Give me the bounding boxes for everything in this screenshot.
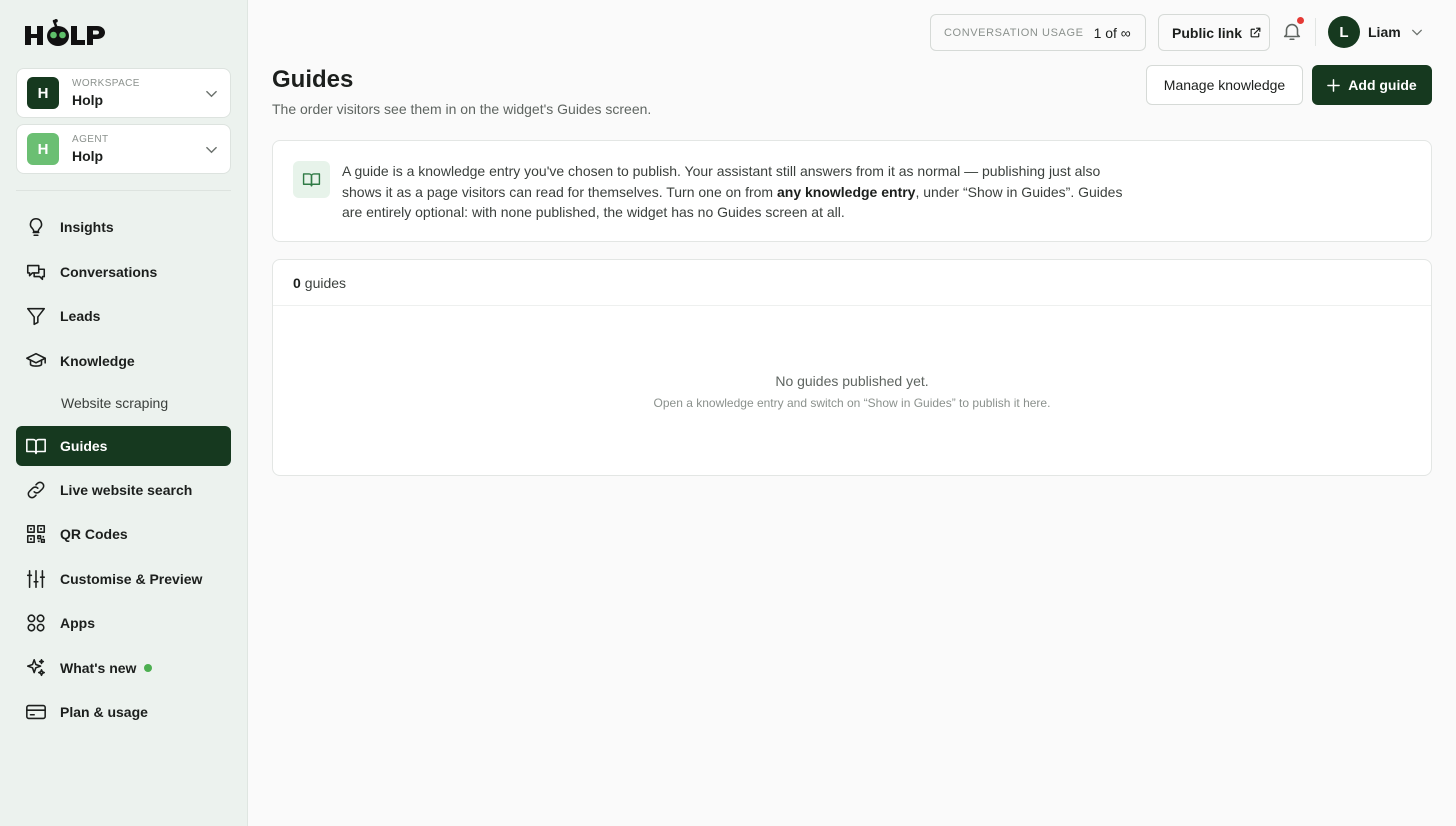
guides-info-card: A guide is a knowledge entry you've chos… (272, 140, 1432, 242)
chevron-down-icon (206, 90, 217, 98)
credit-card-icon (25, 701, 47, 723)
add-guide-label: Add guide (1348, 77, 1417, 93)
sidebar-item-label: What's new (60, 660, 137, 676)
guides-count-label: guides (304, 274, 347, 291)
sidebar-item-plan-usage[interactable]: Plan & usage (16, 692, 231, 732)
funnel-icon (25, 305, 47, 327)
sidebar-item-label: Guides (60, 438, 108, 454)
page-subtitle: The order visitors see them in on the wi… (272, 101, 652, 117)
sliders-icon (25, 568, 47, 590)
avatar: L (1328, 16, 1360, 48)
guides-count-header: 0 guides (273, 260, 1431, 306)
workspace-avatar: H (27, 77, 59, 109)
graduation-cap-icon (25, 350, 47, 372)
sidebar-item-label: Customise & Preview (60, 571, 203, 587)
sidebar-item-label: Apps (60, 615, 95, 631)
sidebar-item-insights[interactable]: Insights (16, 207, 231, 247)
open-book-icon (293, 161, 330, 198)
conversation-usage-badge[interactable]: CONVERSATION USAGE 1 of ∞ (930, 14, 1146, 51)
empty-state-title: No guides published yet. (775, 373, 929, 389)
chevron-down-icon (206, 146, 217, 154)
sidebar-item-knowledge[interactable]: Knowledge (16, 341, 231, 381)
agent-label: AGENT (72, 134, 109, 145)
sidebar-item-label: Plan & usage (60, 704, 148, 720)
info-text-emphasis: any knowledge entry (776, 183, 916, 200)
apps-grid-icon (25, 612, 47, 634)
user-menu[interactable]: L Liam (1328, 16, 1423, 48)
public-link-label: Public link (1172, 24, 1243, 41)
sidebar-item-conversations[interactable]: Conversations (16, 252, 231, 292)
sparkles-icon (25, 657, 47, 679)
sidebar-item-leads[interactable]: Leads (16, 296, 231, 336)
chat-bubbles-icon (25, 261, 47, 283)
topbar-divider (1315, 18, 1316, 46)
sidebar-divider (16, 190, 231, 191)
sidebar-item-label: Insights (60, 219, 114, 235)
public-link-button[interactable]: Public link (1158, 14, 1270, 51)
sidebar-item-live-website-search[interactable]: Live website search (16, 470, 231, 510)
manage-knowledge-button[interactable]: Manage knowledge (1146, 65, 1303, 105)
plus-icon (1327, 78, 1341, 92)
agent-value: Holp (72, 148, 104, 164)
sidebar-subitem-website-scraping[interactable]: Website scraping (61, 395, 168, 411)
agent-selector[interactable]: H AGENT Holp (16, 124, 231, 174)
link-icon (25, 479, 47, 501)
info-text: A guide is a knowledge entry you've chos… (342, 163, 1123, 220)
sidebar: H WORKSPACE Holp H AGENT Holp Insights C… (0, 0, 248, 826)
guides-list: 0 guides No guides published yet. Open a… (272, 259, 1432, 476)
new-indicator-dot (144, 664, 153, 672)
notification-dot (1297, 17, 1304, 24)
guides-count: 0 (293, 274, 301, 291)
user-name: Liam (1368, 24, 1401, 40)
sidebar-item-label: QR Codes (60, 526, 128, 542)
empty-state-subtitle: Open a knowledge entry and switch on “Sh… (653, 396, 1051, 410)
agent-avatar: H (27, 133, 59, 165)
usage-label: CONVERSATION USAGE (944, 26, 1084, 39)
sidebar-item-label: Live website search (60, 482, 193, 498)
sidebar-item-qr-codes[interactable]: QR Codes (16, 514, 231, 554)
open-book-icon (25, 435, 47, 457)
workspace-label: WORKSPACE (72, 78, 140, 89)
sidebar-item-label: Leads (60, 308, 101, 324)
workspace-selector[interactable]: H WORKSPACE Holp (16, 68, 231, 118)
usage-value: 1 of ∞ (1093, 24, 1131, 41)
workspace-value: Holp (72, 92, 104, 108)
qr-code-icon (25, 523, 47, 545)
page-title: Guides (272, 66, 354, 93)
sidebar-item-customise-preview[interactable]: Customise & Preview (16, 559, 231, 599)
chevron-down-icon (1411, 29, 1422, 36)
sidebar-item-label: Knowledge (60, 353, 135, 369)
sidebar-item-guides[interactable]: Guides (16, 426, 231, 466)
sidebar-item-whats-new[interactable]: What's new (16, 648, 231, 688)
sidebar-item-apps[interactable]: Apps (16, 603, 231, 643)
add-guide-button[interactable]: Add guide (1312, 65, 1432, 105)
external-link-icon (1250, 27, 1261, 38)
lightbulb-icon (25, 216, 47, 238)
holp-logo[interactable] (24, 19, 106, 47)
sidebar-item-label: Conversations (60, 264, 158, 280)
